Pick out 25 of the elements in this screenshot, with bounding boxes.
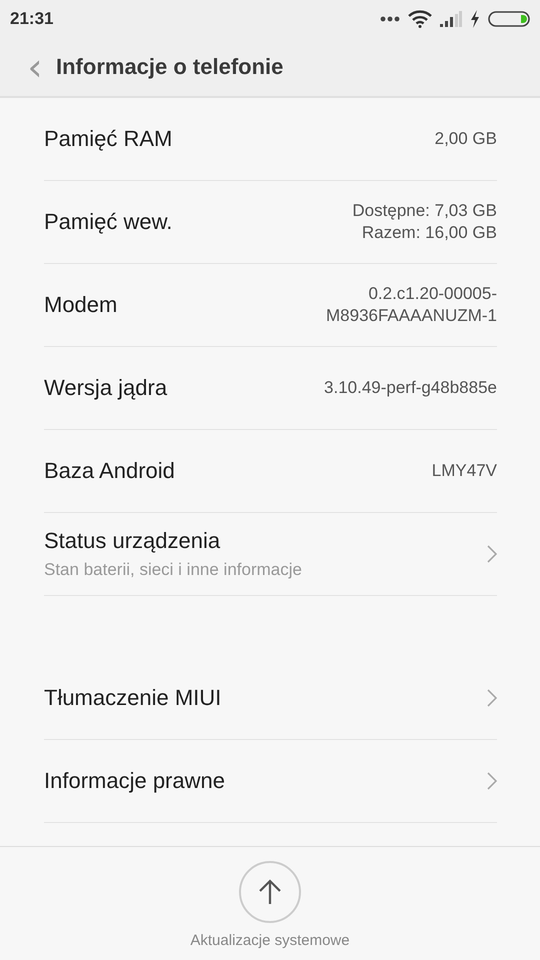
setting-value: Dostępne: 7,03 GB Razem: 16,00 GB bbox=[352, 200, 497, 244]
charging-icon bbox=[470, 10, 480, 28]
page-title: Informacje o telefonie bbox=[56, 54, 284, 80]
battery-icon bbox=[488, 11, 530, 27]
setting-label: Pamięć wew. bbox=[44, 209, 174, 235]
setting-label: Modem bbox=[44, 292, 118, 318]
setting-label: Pamięć RAM bbox=[44, 126, 174, 152]
settings-item[interactable]: Tłumaczenie MIUI bbox=[0, 657, 540, 740]
settings-item[interactable]: Informacje prawne bbox=[0, 740, 540, 823]
chevron-icon bbox=[487, 772, 497, 790]
setting-value: 2,00 GB bbox=[434, 128, 497, 150]
chevron-icon bbox=[487, 689, 497, 707]
signal-icon bbox=[440, 11, 462, 27]
setting-label: Baza Android bbox=[44, 458, 176, 484]
setting-value: 3.10.49-perf-g48b885e bbox=[324, 377, 497, 399]
setting-value: 0.2.c1.20-00005- M8936FAAAANUZM-1 bbox=[326, 283, 497, 327]
more-icon bbox=[380, 16, 400, 22]
wifi-icon bbox=[408, 10, 432, 28]
setting-label: Wersja jądra bbox=[44, 375, 168, 401]
chevron-icon bbox=[487, 545, 497, 563]
setting-value: LMY47V bbox=[432, 460, 497, 482]
arrow-up-icon bbox=[258, 879, 282, 905]
settings-item[interactable]: Status urządzenia Stan baterii, sieci i inne informacje bbox=[0, 513, 540, 596]
clock: 21:31 bbox=[10, 9, 54, 29]
update-label: Aktualizacje systemowe bbox=[190, 932, 350, 949]
